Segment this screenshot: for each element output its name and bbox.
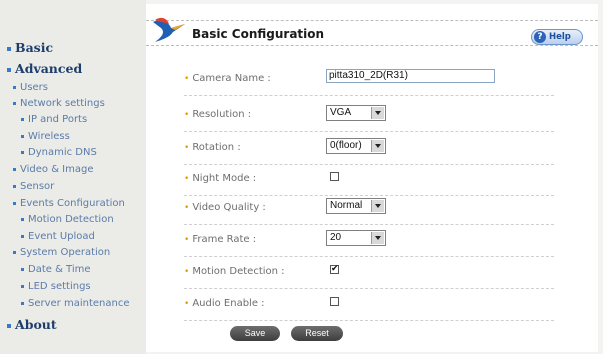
nav-item-wireless[interactable]: Wireless xyxy=(21,131,70,142)
nav-item-system-operation[interactable]: System Operation xyxy=(13,247,110,258)
audio-enable-checkbox[interactable] xyxy=(330,297,339,306)
sidebar-nav: Basic Advanced Users Network settings IP… xyxy=(0,0,146,354)
nav-item-label: Events Configuration xyxy=(20,198,125,209)
audio-enable-row: • Audio Enable : xyxy=(184,294,554,321)
header-divider xyxy=(146,20,598,21)
motion-detection-label: • Motion Detection : xyxy=(184,266,285,277)
nav-item-label: LED settings xyxy=(28,281,91,292)
nav-item-label: Sensor xyxy=(20,181,55,192)
nav-item-label: Users xyxy=(20,82,49,93)
frame-rate-row: • Frame Rate : 20 xyxy=(184,230,554,257)
square-bullet-icon xyxy=(7,67,11,72)
nav-advanced[interactable]: Advanced xyxy=(7,61,82,76)
nav-item-label: System Operation xyxy=(20,247,111,258)
nav-item-label: Motion Detection xyxy=(28,214,114,225)
dot-bullet-icon xyxy=(13,201,16,205)
dropdown-arrow-icon xyxy=(371,140,384,152)
nav-item-dynamic-dns[interactable]: Dynamic DNS xyxy=(21,147,97,158)
dot-bullet-icon xyxy=(21,150,24,154)
night-mode-label: • Night Mode : xyxy=(184,173,257,184)
camera-name-label: • Camera Name : xyxy=(184,73,271,84)
resolution-row: • Resolution : VGA xyxy=(184,105,554,132)
nav-item-label: Wireless xyxy=(28,131,70,142)
camera-name-row: • Camera Name : pitta310_2D(R31) xyxy=(184,69,554,96)
dot-bullet-icon xyxy=(21,301,24,305)
video-quality-value: Normal xyxy=(330,200,363,211)
motion-detection-checkbox[interactable]: ✔ xyxy=(330,265,339,274)
dot-bullet-icon xyxy=(13,250,16,254)
nav-basic-label: Basic xyxy=(15,40,54,55)
nav-item-label: Dynamic DNS xyxy=(28,147,97,158)
main-panel: Basic Configuration ? Help • Camera Name … xyxy=(146,4,598,352)
dot-bullet-icon xyxy=(13,101,16,105)
dot-bullet-icon xyxy=(13,167,16,171)
save-button[interactable]: Save xyxy=(230,326,280,341)
bird-logo-icon xyxy=(153,17,185,42)
dot-bullet-icon xyxy=(21,134,24,138)
square-bullet-icon xyxy=(7,46,11,51)
nav-basic[interactable]: Basic xyxy=(7,40,53,55)
rotation-select[interactable]: 0(floor) xyxy=(326,138,386,154)
resolution-value: VGA xyxy=(330,107,352,118)
help-button[interactable]: ? Help xyxy=(531,29,583,45)
nav-item-label: Network settings xyxy=(20,98,105,109)
rotation-value: 0(floor) xyxy=(330,140,362,151)
help-question-icon: ? xyxy=(534,31,546,43)
nav-advanced-label: Advanced xyxy=(15,61,83,76)
dot-bullet-icon xyxy=(21,217,24,221)
nav-item-label: Event Upload xyxy=(28,231,95,242)
dot-bullet-icon xyxy=(21,284,24,288)
video-quality-row: • Video Quality : Normal xyxy=(184,198,554,225)
frame-rate-select[interactable]: 20 xyxy=(326,230,386,246)
nav-item-motion-detection[interactable]: Motion Detection xyxy=(21,214,114,225)
rotation-row: • Rotation : 0(floor) xyxy=(184,138,554,165)
nav-item-label: Server maintenance xyxy=(28,298,130,309)
nav-item-events-configuration[interactable]: Events Configuration xyxy=(13,198,125,209)
camera-name-input[interactable]: pitta310_2D(R31) xyxy=(326,69,495,83)
dot-bullet-icon xyxy=(21,117,24,121)
frame-rate-value: 20 xyxy=(330,232,342,243)
dot-bullet-icon xyxy=(21,234,24,238)
nav-item-label: Date & Time xyxy=(28,264,91,275)
nav-item-video-image[interactable]: Video & Image xyxy=(13,164,94,175)
night-mode-row: • Night Mode : xyxy=(184,169,554,196)
nav-item-network-settings[interactable]: Network settings xyxy=(13,98,105,109)
dot-bullet-icon xyxy=(13,85,16,89)
help-label: Help xyxy=(549,32,571,42)
nav-item-sensor[interactable]: Sensor xyxy=(13,181,54,192)
video-quality-select[interactable]: Normal xyxy=(326,198,386,214)
reset-button[interactable]: Reset xyxy=(291,326,343,341)
dropdown-arrow-icon xyxy=(371,107,384,119)
frame-rate-label: • Frame Rate : xyxy=(184,234,257,245)
nav-about-label: About xyxy=(15,317,57,332)
motion-detection-row: • Motion Detection : ✔ xyxy=(184,262,554,289)
nav-item-label: IP and Ports xyxy=(28,114,88,125)
nav-item-users[interactable]: Users xyxy=(13,82,48,93)
header-divider xyxy=(146,45,598,46)
dropdown-arrow-icon xyxy=(371,200,384,212)
resolution-label: • Resolution : xyxy=(184,109,252,120)
dropdown-arrow-icon xyxy=(371,232,384,244)
square-bullet-icon xyxy=(7,323,11,328)
night-mode-checkbox[interactable] xyxy=(330,172,339,181)
nav-item-date-time[interactable]: Date & Time xyxy=(21,264,91,275)
resolution-select[interactable]: VGA xyxy=(326,105,386,121)
nav-item-led-settings[interactable]: LED settings xyxy=(21,281,91,292)
nav-item-ip-and-ports[interactable]: IP and Ports xyxy=(21,114,87,125)
video-quality-label: • Video Quality : xyxy=(184,202,266,213)
rotation-label: • Rotation : xyxy=(184,142,241,153)
audio-enable-label: • Audio Enable : xyxy=(184,298,265,309)
nav-item-server-maintenance[interactable]: Server maintenance xyxy=(21,298,129,309)
page-title: Basic Configuration xyxy=(192,27,325,41)
nav-about[interactable]: About xyxy=(7,317,57,332)
dot-bullet-icon xyxy=(21,267,24,271)
dot-bullet-icon xyxy=(13,184,16,188)
nav-item-event-upload[interactable]: Event Upload xyxy=(21,231,95,242)
nav-item-label: Video & Image xyxy=(20,164,94,175)
